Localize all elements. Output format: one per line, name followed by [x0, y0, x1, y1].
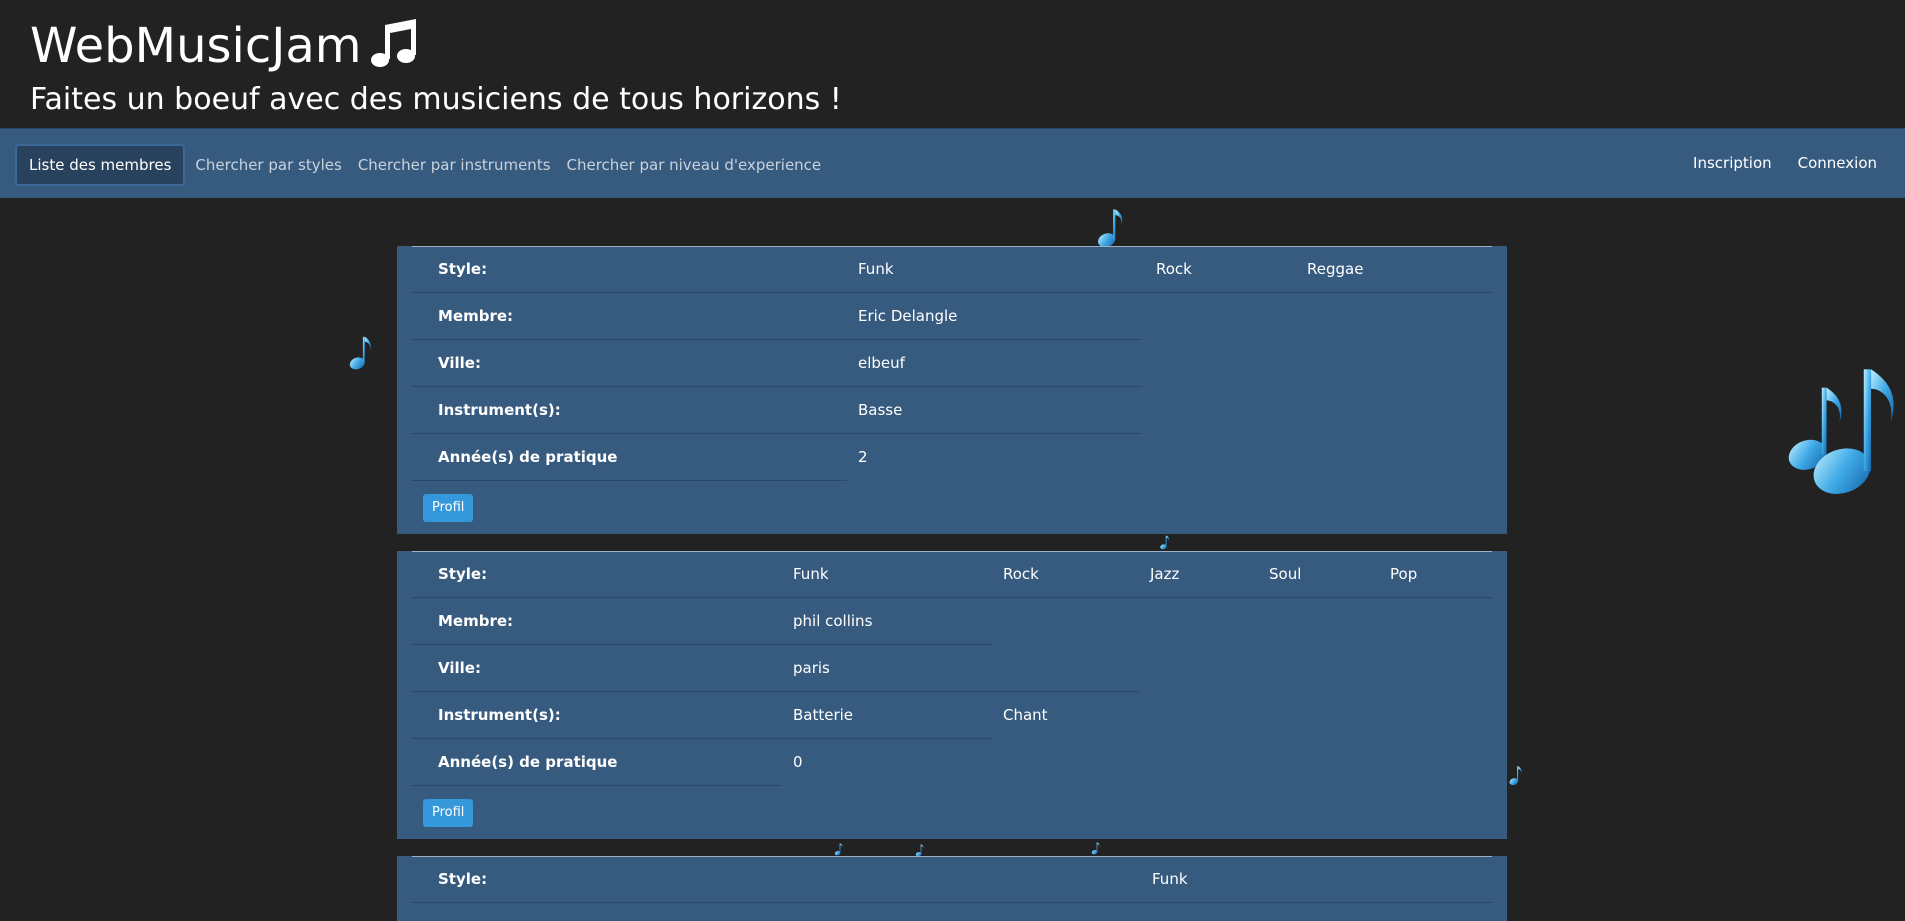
style-value: Rock — [1003, 565, 1039, 583]
site-header: WebMusicJam Faites un boeuf avec des mus… — [0, 0, 1905, 128]
member-card: Style: Funk Rock Jazz Soul Pop Membre: p… — [397, 551, 1507, 839]
table-row: Ville: paris — [412, 645, 1139, 692]
nav-connexion[interactable]: Connexion — [1785, 144, 1890, 182]
ville-value: paris — [793, 659, 830, 677]
nav-chercher-niveau[interactable]: Chercher par niveau d'experience — [559, 146, 830, 184]
blue-music-note-icon — [1094, 205, 1128, 249]
annees-value: 0 — [793, 753, 803, 771]
blue-music-note-icon — [347, 333, 375, 371]
table-row: Style: Funk Rock Jazz Soul Pop — [412, 551, 1492, 598]
style-label: Style: — [438, 870, 488, 888]
table-row: Année(s) de pratique 2 — [412, 434, 868, 481]
instrument-value: Batterie — [793, 706, 854, 724]
membre-value: Eric Delangle — [858, 307, 958, 325]
table-row: Ville: elbeuf — [412, 340, 1142, 387]
table-row: Style: Funk Rock Reggae — [412, 246, 1492, 293]
instrument-value: Chant — [1003, 706, 1048, 724]
table-row: Membre: phil collins — [412, 598, 992, 645]
annees-label: Année(s) de pratique — [438, 448, 618, 466]
membre-label: Membre: — [438, 612, 514, 630]
table-row: Année(s) de pratique 0 — [412, 739, 803, 786]
blue-music-note-icon — [1808, 335, 1905, 520]
site-title: WebMusicJam — [30, 14, 424, 78]
style-label: Style: — [438, 565, 488, 583]
nav-chercher-instruments[interactable]: Chercher par instruments — [350, 146, 559, 184]
table-row: Instrument(s): Basse — [412, 387, 1142, 434]
style-value: Rock — [1156, 260, 1192, 278]
member-card: Style: Funk — [397, 856, 1507, 921]
main-navbar: Liste des membres Chercher par styles Ch… — [0, 128, 1905, 198]
membre-value: phil collins — [793, 612, 873, 630]
site-title-text: WebMusicJam — [30, 18, 362, 74]
blue-music-note-icon — [1090, 841, 1102, 855]
site-subtitle: Faites un boeuf avec des musiciens de to… — [30, 82, 842, 117]
table-row: Membre: Eric Delangle — [412, 293, 1142, 340]
nav-liste-membres[interactable]: Liste des membres — [15, 144, 186, 186]
nav-left: Liste des membres Chercher par styles Ch… — [15, 144, 829, 186]
profil-button[interactable]: Profil — [423, 494, 474, 522]
annees-label: Année(s) de pratique — [438, 753, 618, 771]
style-value: Funk — [1152, 870, 1188, 888]
table-row: Instrument(s): Batterie Chant — [412, 692, 1048, 739]
nav-chercher-styles[interactable]: Chercher par styles — [187, 146, 349, 184]
blue-music-note-icon — [1158, 534, 1172, 550]
instruments-label: Instrument(s): — [438, 401, 561, 419]
instruments-label: Instrument(s): — [438, 706, 561, 724]
member-card: Style: Funk Rock Reggae Membre: Eric Del… — [397, 246, 1507, 534]
style-value: Reggae — [1307, 260, 1364, 278]
blue-music-note-icon — [1507, 764, 1525, 786]
blue-music-note-icon — [914, 843, 926, 857]
music-note-icon — [370, 19, 416, 67]
style-value: Funk — [793, 565, 829, 583]
style-value: Jazz — [1150, 565, 1180, 583]
ville-label: Ville: — [438, 659, 481, 677]
ville-value: elbeuf — [858, 354, 905, 372]
table-row: Style: Funk — [412, 856, 1492, 903]
nav-right: Inscription Connexion — [1680, 144, 1890, 182]
nav-inscription[interactable]: Inscription — [1680, 144, 1785, 182]
ville-label: Ville: — [438, 354, 481, 372]
blue-music-note-icon — [833, 842, 845, 856]
profil-button[interactable]: Profil — [423, 799, 474, 827]
style-value: Pop — [1390, 565, 1418, 583]
style-value: Funk — [858, 260, 894, 278]
annees-value: 2 — [858, 448, 868, 466]
style-label: Style: — [438, 260, 488, 278]
style-value: Soul — [1269, 565, 1302, 583]
membre-label: Membre: — [438, 307, 514, 325]
instrument-value: Basse — [858, 401, 903, 419]
